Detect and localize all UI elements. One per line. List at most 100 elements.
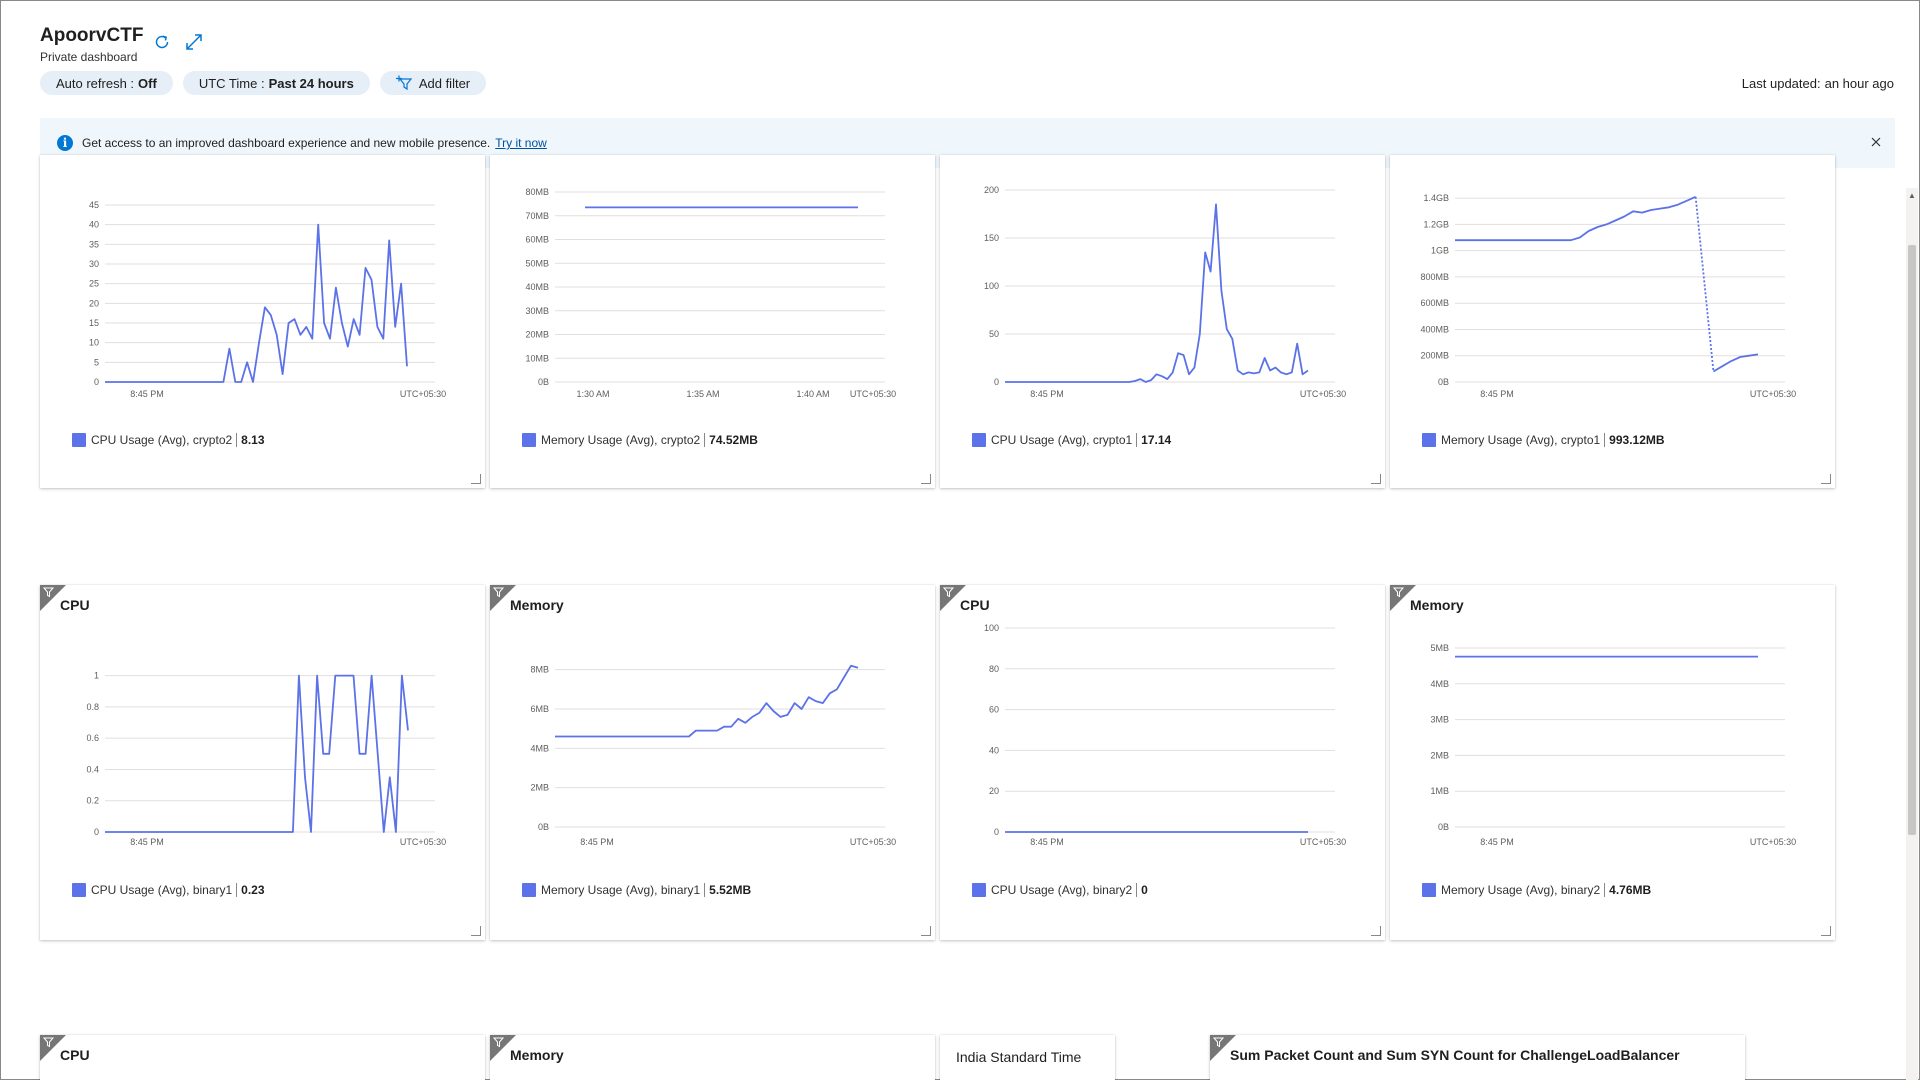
chart-legend[interactable]: Memory Usage (Avg), binary2 4.76MB bbox=[1422, 883, 1651, 897]
tile-cpu-bottom[interactable]: CPU bbox=[40, 1035, 485, 1080]
legend-swatch bbox=[972, 883, 986, 897]
y-tick-label: 30MB bbox=[525, 306, 549, 316]
resize-handle[interactable] bbox=[1371, 474, 1381, 484]
filter-icon bbox=[493, 1037, 504, 1048]
y-tick-label: 0 bbox=[94, 377, 99, 387]
legend-swatch bbox=[972, 433, 986, 447]
chart-legend[interactable]: Memory Usage (Avg), crypto1 993.12MB bbox=[1422, 433, 1665, 447]
resize-handle[interactable] bbox=[1821, 474, 1831, 484]
y-tick-label: 1 bbox=[94, 671, 99, 681]
x-tick-label: 1:40 AM bbox=[796, 389, 829, 399]
chart-legend[interactable]: CPU Usage (Avg), crypto2 8.13 bbox=[72, 433, 265, 447]
x-tick-label: 8:45 PM bbox=[130, 837, 164, 847]
y-tick-label: 0B bbox=[538, 377, 549, 387]
chart-legend[interactable]: CPU Usage (Avg), binary1 0.23 bbox=[72, 883, 265, 897]
series-line bbox=[105, 674, 409, 833]
y-tick-label: 20 bbox=[989, 786, 999, 796]
expand-icon[interactable] bbox=[182, 30, 206, 54]
chart-legend[interactable]: Memory Usage (Avg), binary1 5.52MB bbox=[522, 883, 751, 897]
y-tick-label: 200MB bbox=[1420, 351, 1449, 361]
y-tick-label: 0B bbox=[538, 822, 549, 832]
legend-swatch bbox=[522, 433, 536, 447]
timezone-axis-label: UTC+05:30 bbox=[850, 389, 896, 399]
y-tick-label: 0.8 bbox=[86, 702, 99, 712]
legend-label: Memory Usage (Avg), crypto2 bbox=[541, 433, 701, 447]
gap-line bbox=[1694, 196, 1715, 372]
last-updated-label: Last updated: bbox=[1741, 76, 1821, 91]
y-tick-label: 6MB bbox=[530, 704, 549, 714]
x-tick-label: 8:45 PM bbox=[1030, 389, 1064, 399]
y-tick-label: 60 bbox=[989, 705, 999, 715]
scroll-up-icon[interactable]: ▲ bbox=[1907, 190, 1917, 200]
y-tick-label: 0 bbox=[994, 377, 999, 387]
chart-legend[interactable]: CPU Usage (Avg), crypto1 17.14 bbox=[972, 433, 1171, 447]
try-it-now-link[interactable]: Try it now bbox=[495, 136, 547, 150]
legend-swatch bbox=[522, 883, 536, 897]
y-tick-label: 2MB bbox=[1430, 750, 1449, 760]
resize-handle[interactable] bbox=[921, 926, 931, 936]
x-tick-label: 1:30 AM bbox=[576, 389, 609, 399]
y-tick-label: 0 bbox=[994, 827, 999, 837]
x-tick-label: 8:45 PM bbox=[1480, 389, 1514, 399]
tile-memory-bottom[interactable]: Memory bbox=[490, 1035, 935, 1080]
info-icon: i bbox=[57, 135, 73, 151]
chart-legend[interactable]: CPU Usage (Avg), binary2 0 bbox=[972, 883, 1148, 897]
chart-tile-t3[interactable]: 0 50 100 150 200 8:45 PM UTC+05:30 CPU Usage (A… bbox=[940, 155, 1385, 488]
auto-refresh-label: Auto refresh : bbox=[56, 75, 135, 91]
chart-tile-t2[interactable]: 0B 10MB 20MB 30MB 40MB 50MB 60MB 70MB 80MB 1:30 A… bbox=[490, 155, 935, 488]
chart-tile-t1[interactable]: 0 5 10 15 20 25 30 35 40 45 8:45 PM UTC+05:30 CPU Us… bbox=[40, 155, 485, 488]
close-icon[interactable] bbox=[1869, 135, 1883, 149]
tile-timezone[interactable]: India Standard Time bbox=[940, 1035, 1115, 1080]
banner-message: Get access to an improved dashboard expe… bbox=[82, 136, 491, 150]
resize-handle[interactable] bbox=[921, 474, 931, 484]
chart-tile-t6[interactable]: Memory 0B 2MB 4MB 6MB 8MB 8:45 PM UTC+05:30 Memo… bbox=[490, 585, 935, 940]
y-tick-label: 1GB bbox=[1431, 246, 1449, 256]
legend-value: 4.76MB bbox=[1604, 883, 1651, 897]
timezone-axis-label: UTC+05:30 bbox=[1300, 389, 1346, 399]
resize-handle[interactable] bbox=[471, 926, 481, 936]
y-tick-label: 30 bbox=[89, 259, 99, 269]
refresh-icon[interactable] bbox=[150, 30, 174, 54]
series-line bbox=[1455, 195, 1696, 242]
y-tick-label: 40 bbox=[989, 745, 999, 755]
series-line bbox=[1005, 203, 1309, 383]
resize-handle[interactable] bbox=[1821, 926, 1831, 936]
y-tick-label: 0.4 bbox=[86, 764, 99, 774]
resize-handle[interactable] bbox=[471, 474, 481, 484]
legend-value: 74.52MB bbox=[704, 433, 758, 447]
chart-tile-t7[interactable]: CPU 0 20 40 60 80 100 8:45 PM UTC+05:30 CPU Usage… bbox=[940, 585, 1385, 940]
tile-title: Memory bbox=[510, 1047, 564, 1063]
filter-icon bbox=[43, 1037, 54, 1048]
auto-refresh-pill[interactable]: Auto refresh : Off bbox=[40, 71, 173, 95]
y-tick-label: 50MB bbox=[525, 258, 549, 268]
legend-label: Memory Usage (Avg), crypto1 bbox=[1441, 433, 1601, 447]
legend-value: 993.12MB bbox=[1604, 433, 1665, 447]
y-tick-label: 100 bbox=[984, 623, 999, 633]
filter-bar: Auto refresh : Off UTC Time : Past 24 hour… bbox=[40, 71, 487, 95]
y-tick-label: 25 bbox=[89, 279, 99, 289]
time-range-pill[interactable]: UTC Time : Past 24 hours bbox=[182, 71, 370, 95]
chart-legend[interactable]: Memory Usage (Avg), crypto2 74.52MB bbox=[522, 433, 758, 447]
add-filter-button[interactable]: Add filter bbox=[379, 71, 487, 95]
chart-tile-t5[interactable]: CPU 0 0.2 0.4 0.6 0.8 1 8:45 PM UTC+05:30 CPU Usa… bbox=[40, 585, 485, 940]
series-line-after-gap bbox=[1712, 353, 1759, 373]
y-tick-label: 2MB bbox=[530, 783, 549, 793]
time-range-value: Past 24 hours bbox=[268, 75, 354, 91]
y-tick-label: 5 bbox=[94, 357, 99, 367]
legend-swatch bbox=[72, 883, 86, 897]
y-tick-label: 35 bbox=[89, 239, 99, 249]
y-tick-label: 3MB bbox=[1430, 715, 1449, 725]
legend-label: CPU Usage (Avg), binary2 bbox=[991, 883, 1133, 897]
resize-handle[interactable] bbox=[1371, 926, 1381, 936]
chart-tile-t4[interactable]: 0B 200MB 400MB 600MB 800MB 1GB 1.2GB 1.4GB 8:45 … bbox=[1390, 155, 1835, 488]
y-tick-label: 0 bbox=[94, 827, 99, 837]
tile-load-balancer[interactable]: Sum Packet Count and Sum SYN Count for C… bbox=[1210, 1035, 1745, 1080]
auto-refresh-value: Off bbox=[138, 75, 157, 91]
legend-value: 0 bbox=[1136, 883, 1148, 897]
legend-label: Memory Usage (Avg), binary1 bbox=[541, 883, 701, 897]
legend-label: CPU Usage (Avg), crypto1 bbox=[991, 433, 1133, 447]
chart-tile-t8[interactable]: Memory 0B 1MB 2MB 3MB 4MB 5MB 8:45 PM UTC+05:30 M… bbox=[1390, 585, 1835, 940]
y-tick-label: 8MB bbox=[530, 665, 549, 675]
y-tick-label: 800MB bbox=[1420, 272, 1449, 282]
scrollbar-thumb[interactable] bbox=[1908, 245, 1916, 835]
